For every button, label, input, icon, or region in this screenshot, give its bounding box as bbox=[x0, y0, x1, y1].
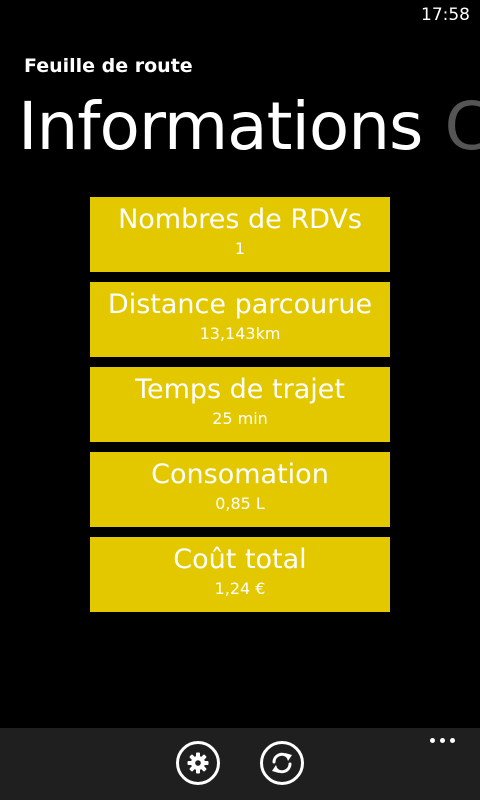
tile-value: 1,24 € bbox=[214, 579, 266, 598]
tile-value: 25 min bbox=[212, 409, 268, 428]
tile-value: 1 bbox=[234, 239, 246, 258]
pivot-tab-next[interactable]: C bbox=[444, 88, 480, 165]
tile-value: 0,85 L bbox=[215, 494, 265, 513]
tile-distance: Distance parcourue 13,143km bbox=[90, 282, 390, 357]
pivot-header: Informations C bbox=[18, 86, 480, 168]
app-bar bbox=[0, 728, 480, 800]
tile-title: Nombres de RDVs bbox=[118, 204, 362, 235]
tile-title: Coût total bbox=[173, 544, 307, 575]
tile-title: Temps de trajet bbox=[135, 374, 345, 405]
info-tiles: Nombres de RDVs 1 Distance parcourue 13,… bbox=[90, 197, 390, 622]
pivot-tab-informations[interactable]: Informations bbox=[18, 88, 423, 165]
tile-title: Consomation bbox=[151, 459, 329, 490]
more-dots-icon[interactable] bbox=[430, 738, 456, 744]
tile-consumption: Consomation 0,85 L bbox=[90, 452, 390, 527]
tile-title: Distance parcourue bbox=[107, 289, 373, 320]
status-bar: 17:58 bbox=[0, 0, 480, 32]
tile-travel-time: Temps de trajet 25 min bbox=[90, 367, 390, 442]
tile-rdv-count: Nombres de RDVs 1 bbox=[90, 197, 390, 272]
tile-total-cost: Coût total 1,24 € bbox=[90, 537, 390, 612]
settings-button[interactable] bbox=[176, 741, 220, 785]
status-time: 17:58 bbox=[421, 5, 470, 25]
refresh-button[interactable] bbox=[260, 741, 304, 785]
gear-icon bbox=[187, 752, 209, 774]
refresh-icon bbox=[272, 752, 292, 774]
app-title: Feuille de route bbox=[24, 55, 193, 77]
tile-value: 13,143km bbox=[199, 324, 281, 343]
